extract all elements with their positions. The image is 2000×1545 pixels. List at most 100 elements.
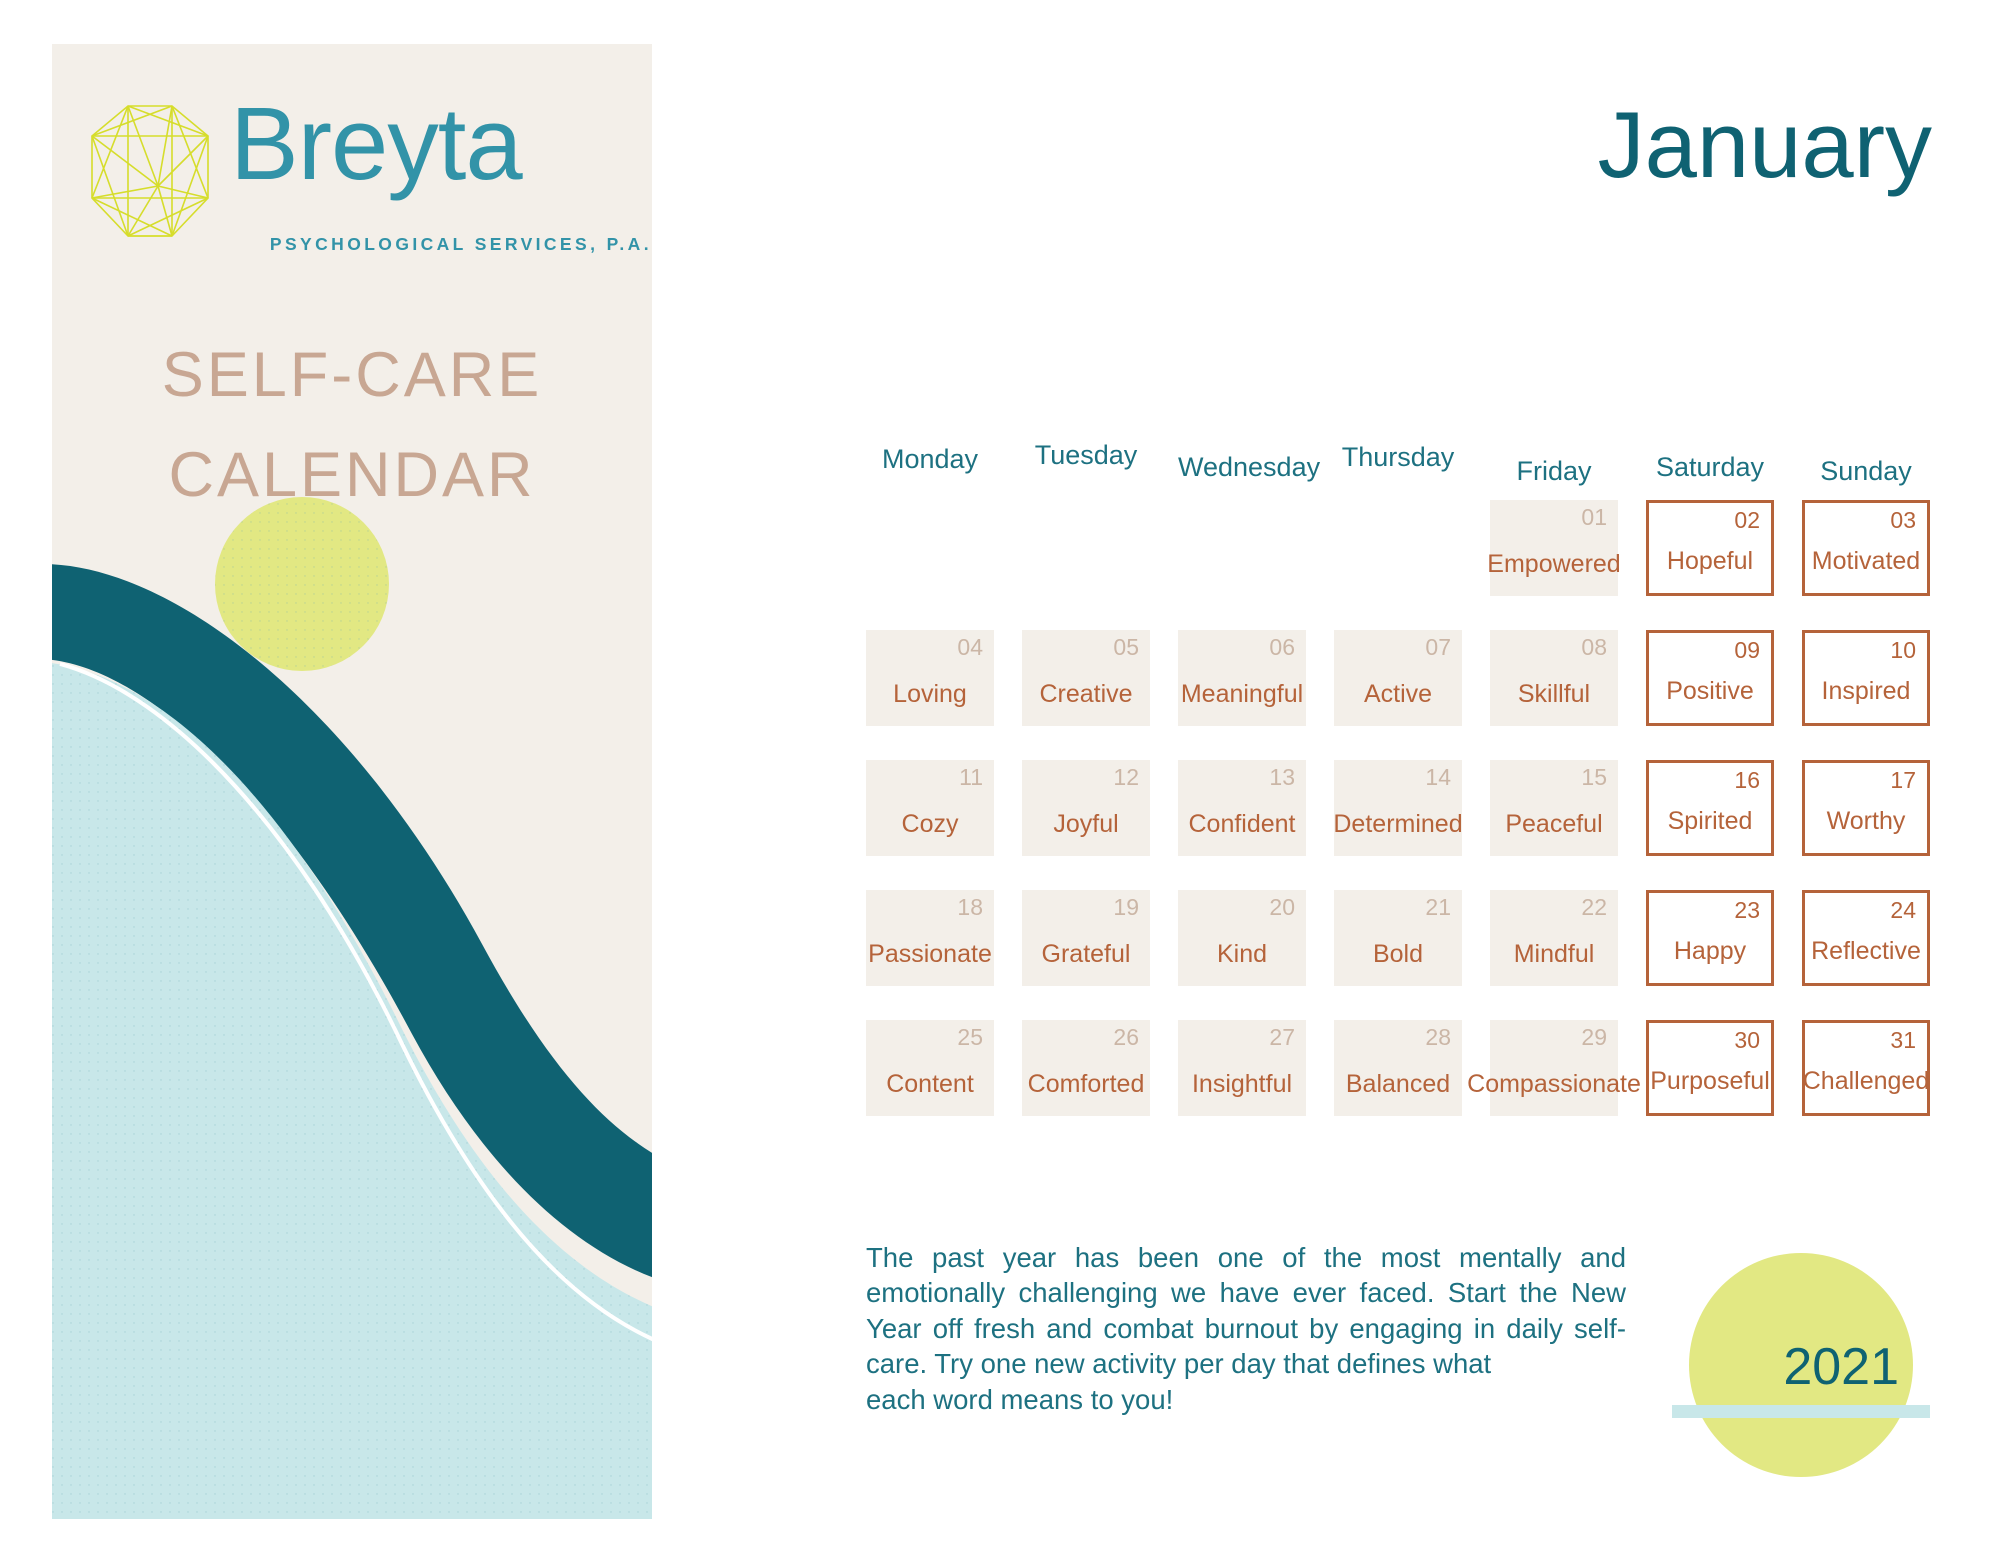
day-word: Bold [1372,940,1424,968]
logo-block: Breyta PSYCHOLOGICAL SERVICES, P.A. [52,44,652,304]
calendar-day-cell-14[interactable]: 14 Determined [1333,760,1463,856]
day-number: 24 [1890,897,1916,923]
calendar-week-row: 11 Cozy 12 Joyful 13 Confident 14 Determined 15 P… [866,760,1934,890]
day-word: Peaceful [1505,810,1603,838]
calendar-cell-empty [866,500,994,596]
day-number: 16 [1734,767,1760,793]
calendar-day-cell-29[interactable]: 29 Compassionate [1467,1020,1641,1116]
calendar-day-cell-24[interactable]: 24 Reflective [1802,890,1930,986]
page-title-line1: SELF-CARE [161,340,543,410]
calendar-day-cell-19[interactable]: 19 Grateful [1022,890,1150,986]
day-number: 17 [1890,767,1916,793]
brand-tagline: PSYCHOLOGICAL SERVICES, P.A. [269,234,652,254]
calendar-grid: Monday Tuesday Wednesday Thursday Friday Satu… [866,440,1934,1150]
day-number: 30 [1734,1027,1760,1053]
day-number: 08 [1581,634,1607,660]
calendar-cell-empty [1022,500,1150,596]
weekday-header-friday: Friday [1516,456,1592,486]
day-word: Confident [1188,810,1296,838]
weekday-header-tuesday: Tuesday [1034,440,1138,470]
day-number: 14 [1425,764,1451,790]
calendar-day-cell-18[interactable]: 18 Passionate [866,890,994,986]
day-number: 09 [1734,637,1760,663]
calendar-day-cell-01[interactable]: 01 Empowered [1487,500,1621,596]
calendar-weeks: 01 Empowered 02 Hopeful 03 Motivated 04 Loving 0… [866,500,1934,1150]
weekday-header-wednesday: Wednesday [1178,452,1321,482]
calendar-day-cell-02[interactable]: 02 Hopeful [1646,500,1774,596]
calendar-day-cell-07[interactable]: 07 Active [1334,630,1462,726]
calendar-cell-empty [1178,500,1306,596]
calendar-day-cell-27[interactable]: 27 Insightful [1178,1020,1306,1116]
day-word: Joyful [1053,810,1119,838]
day-number: 15 [1581,764,1607,790]
calendar-day-cell-28[interactable]: 28 Balanced [1334,1020,1462,1116]
day-number: 18 [957,894,983,920]
intro-paragraph-last-line: each word means to you! [866,1383,1174,1415]
day-number: 26 [1113,1024,1139,1050]
calendar-day-cell-04[interactable]: 04 Loving [866,630,994,726]
day-number: 02 [1734,507,1760,533]
calendar-day-cell-21[interactable]: 21 Bold [1334,890,1462,986]
calendar-day-cell-20[interactable]: 20 Kind [1178,890,1306,986]
calendar-day-cell-06[interactable]: 06 Meaningful [1178,630,1306,726]
day-word: Content [886,1070,974,1098]
day-number: 06 [1269,634,1295,660]
day-word: Meaningful [1180,680,1304,708]
day-word: Comforted [1027,1070,1145,1098]
day-word: Positive [1666,677,1754,705]
calendar-day-cell-16[interactable]: 16 Spirited [1646,760,1774,856]
day-word: Challenged [1802,1067,1930,1095]
day-number: 19 [1113,894,1139,920]
day-number: 27 [1269,1024,1295,1050]
day-number: 21 [1425,894,1451,920]
calendar-day-cell-26[interactable]: 26 Comforted [1022,1020,1150,1116]
weekday-header-row: Monday Tuesday Wednesday Thursday Friday Satu… [866,440,1934,500]
calendar-day-cell-12[interactable]: 12 Joyful [1022,760,1150,856]
day-word: Skillful [1517,680,1591,708]
day-word: Balanced [1345,1070,1451,1098]
year-label: 2021 [1783,1338,1899,1396]
calendar-day-cell-15[interactable]: 15 Peaceful [1490,760,1618,856]
day-number: 23 [1734,897,1760,923]
day-word: Reflective [1811,937,1921,965]
calendar-day-cell-31[interactable]: 31 Challenged [1802,1020,1930,1116]
day-word: Kind [1216,940,1268,968]
day-word: Inspired [1821,677,1911,705]
calendar-day-cell-08[interactable]: 08 Skillful [1490,630,1618,726]
day-word: Active [1363,680,1433,708]
day-word: Creative [1039,680,1133,708]
day-word: Loving [893,680,967,708]
calendar-day-cell-05[interactable]: 05 Creative [1022,630,1150,726]
calendar-day-cell-03[interactable]: 03 Motivated [1802,500,1930,596]
calendar-day-cell-30[interactable]: 30 Purposeful [1646,1020,1774,1116]
day-number: 13 [1269,764,1295,790]
calendar-day-cell-22[interactable]: 22 Mindful [1490,890,1618,986]
day-word: Determined [1333,810,1463,838]
calendar-week-row: 25 Content 26 Comforted 27 Insightful 28 Balanc… [866,1020,1934,1150]
day-word: Insightful [1191,1070,1293,1098]
day-word: Purposeful [1650,1067,1770,1095]
calendar-week-row: 04 Loving 05 Creative 06 Meaningful 07 Active 08… [866,630,1934,760]
day-number: 11 [959,764,983,790]
day-word: Worthy [1826,807,1906,835]
calendar-day-cell-11[interactable]: 11 Cozy [866,760,994,856]
day-number: 05 [1113,634,1139,660]
day-number: 28 [1425,1024,1451,1050]
day-number: 29 [1581,1024,1607,1050]
calendar-day-cell-09[interactable]: 09 Positive [1646,630,1774,726]
page-title-line2: CALENDAR [168,440,536,510]
day-number: 03 [1890,507,1916,533]
day-word: Grateful [1041,940,1131,968]
day-number: 31 [1890,1027,1916,1053]
year-underline-bar [1672,1405,1930,1418]
calendar-day-cell-23[interactable]: 23 Happy [1646,890,1774,986]
day-word: Cozy [901,810,959,838]
calendar-day-cell-25[interactable]: 25 Content [866,1020,994,1116]
day-word: Hopeful [1666,547,1754,575]
calendar-day-cell-10[interactable]: 10 Inspired [1802,630,1930,726]
calendar-cell-empty [1334,500,1462,596]
intro-paragraph-main: The past year has been one of the most m… [866,1242,1626,1380]
calendar-day-cell-13[interactable]: 13 Confident [1178,760,1306,856]
calendar-day-cell-17[interactable]: 17 Worthy [1802,760,1930,856]
day-word: Compassionate [1467,1070,1641,1098]
